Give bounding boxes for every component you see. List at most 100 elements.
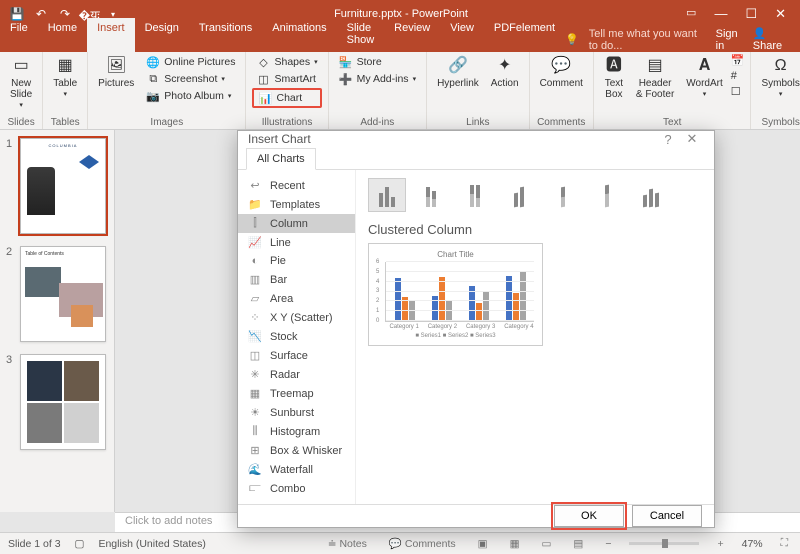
new-slide-icon: ▭ [11,56,31,76]
dialog-close-icon[interactable]: ✕ [680,131,704,147]
zoom-in-icon[interactable]: + [713,538,727,550]
maximize-icon[interactable]: ☐ [745,6,757,22]
category-templates[interactable]: 📁Templates [238,195,355,214]
category-pie[interactable]: ◐Pie [238,252,355,270]
screenshot-button[interactable]: ⧉Screenshot ▾ [142,71,239,87]
category-icon: ⊞ [248,444,262,457]
category-icon: 📁 [248,198,262,211]
subtype-3d-stacked-column[interactable] [544,178,582,212]
chart-button[interactable]: 📊Chart [252,88,321,108]
text-box-button[interactable]: 🅰Text Box [600,54,628,102]
category-bar[interactable]: ▥Bar [238,270,355,289]
tab-design[interactable]: Design [135,18,189,52]
category-treemap[interactable]: ▦Treemap [238,384,355,403]
subtype-clustered-column[interactable] [368,178,406,212]
category-x-y-scatter-[interactable]: ⁘X Y (Scatter) [238,308,355,327]
category-sunburst[interactable]: ☀Sunburst [238,403,355,422]
status-bar: Slide 1 of 3 ▢ English (United States) ≐… [0,532,800,554]
table-button[interactable]: ▦ Table ▾ [49,54,81,101]
sign-in[interactable]: Sign in [716,28,743,52]
tab-transitions[interactable]: Transitions [189,18,262,52]
category-waterfall[interactable]: 🌊Waterfall [238,460,355,479]
dialog-help-icon[interactable]: ? [656,132,680,147]
subtype-stacked-column[interactable] [412,178,450,212]
slide-sorter-icon[interactable]: ▦ [506,538,524,550]
tab-slide-show[interactable]: Slide Show [337,18,385,52]
tab-file[interactable]: File [0,18,38,52]
header-footer-button[interactable]: ▤Header & Footer [632,54,678,102]
thumb-number: 2 [6,246,14,342]
slideshow-view-icon[interactable]: ▤ [569,538,587,550]
wordart-button[interactable]: 𝐀WordArt▾ [682,54,727,101]
minimize-icon[interactable]: — [714,6,727,22]
date-time-icon[interactable]: 📅 [731,54,745,67]
category-area[interactable]: ▱Area [238,289,355,308]
category-radar[interactable]: ✳Radar [238,365,355,384]
workspace: 1 COLUMBIA 2 Table of Contents 3 [0,130,800,512]
symbols-button[interactable]: ΩSymbols▾ [757,54,800,101]
ribbon-options-icon[interactable]: ▭ [686,6,696,22]
ok-button[interactable]: OK [554,505,624,527]
thumb-number: 3 [6,354,14,450]
category-icon: ◫ [248,349,262,362]
online-pictures-icon: 🌐 [146,55,160,69]
tab-review[interactable]: Review [384,18,440,52]
category-line[interactable]: 📈Line [238,233,355,252]
category-histogram[interactable]: ⫼Histogram [238,422,355,441]
tab-animations[interactable]: Animations [262,18,336,52]
category-box-whisker[interactable]: ⊞Box & Whisker [238,441,355,460]
fit-to-window-icon[interactable]: ⛶ [777,537,792,550]
category-combo[interactable]: ⫍Combo [238,479,355,498]
subtype-100-stacked-column[interactable] [456,178,494,212]
cancel-button[interactable]: Cancel [632,505,702,527]
notes-toggle[interactable]: ≐ Notes [324,538,371,550]
group-symbols: ΩSymbols▾ Symbols [751,52,800,129]
slide-number-icon[interactable]: # [731,70,745,82]
tab-insert[interactable]: Insert [87,18,135,52]
hyperlink-button[interactable]: 🔗 Hyperlink [433,54,483,91]
spellcheck-icon[interactable]: ▢ [75,538,85,550]
category-column[interactable]: ⫿Column [238,214,355,233]
reading-view-icon[interactable]: ▭ [538,538,556,550]
photo-album-button[interactable]: 📷Photo Album ▾ [142,88,239,104]
action-button[interactable]: ✦ Action [487,54,523,91]
comments-toggle[interactable]: 💬 Comments [385,537,460,550]
normal-view-icon[interactable]: ▣ [474,538,492,550]
smartart-icon: ◫ [256,72,270,86]
store-button[interactable]: 🏪Store [335,54,420,70]
online-pictures-button[interactable]: 🌐Online Pictures [142,54,239,70]
shapes-button[interactable]: ◇Shapes ▾ [252,54,321,70]
zoom-slider[interactable] [629,542,699,545]
comment-button[interactable]: 💬 Comment [536,54,587,91]
slide-thumbnail[interactable]: Table of Contents [20,246,106,342]
store-icon: 🏪 [339,55,353,69]
close-icon[interactable]: ✕ [775,6,786,22]
category-recent[interactable]: ↩Recent [238,176,355,195]
subtype-3d-column[interactable] [632,178,670,212]
tab-home[interactable]: Home [38,18,87,52]
zoom-level[interactable]: 47% [742,538,763,550]
slide-thumbnail[interactable] [20,354,106,450]
subtype-3d-100-stacked-column[interactable] [588,178,626,212]
smartart-button[interactable]: ◫SmartArt [252,71,321,87]
zoom-out-icon[interactable]: − [601,538,615,550]
subtype-3d-clustered-column[interactable] [500,178,538,212]
language-indicator[interactable]: English (United States) [98,538,205,550]
tell-me[interactable]: Tell me what you want to do... [589,28,706,52]
chart-preview[interactable]: Chart Title 0123456 Category 1Category 2… [368,243,543,346]
category-icon: ▦ [248,387,262,400]
tab-pdfelement[interactable]: PDFelement [484,18,565,52]
my-addins-button[interactable]: ➕My Add-ins ▾ [335,71,420,87]
pictures-button[interactable]: 🖼 Pictures [94,54,138,91]
subtype-title: Clustered Column [368,222,702,237]
object-icon[interactable]: ☐ [731,85,745,98]
new-slide-button[interactable]: ▭ New Slide ▾ [6,54,36,112]
slide-thumbnail[interactable]: COLUMBIA [20,138,106,234]
header-footer-icon: ▤ [645,56,665,76]
tab-all-charts[interactable]: All Charts [246,148,316,170]
category-surface[interactable]: ◫Surface [238,346,355,365]
category-stock[interactable]: 📉Stock [238,327,355,346]
tab-view[interactable]: View [440,18,484,52]
share-button[interactable]: 👤 Share [753,27,790,52]
category-icon: ⫍ [248,482,262,495]
